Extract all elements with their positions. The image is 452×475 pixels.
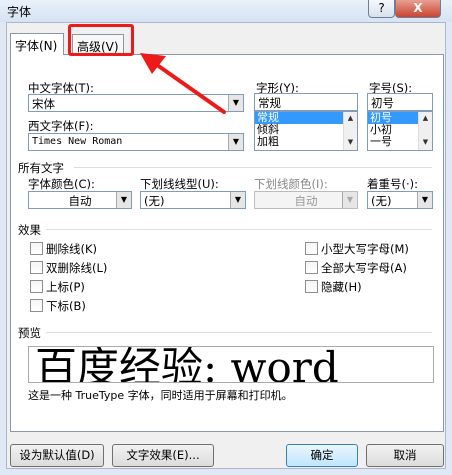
font-style-input[interactable]: 常规 bbox=[254, 93, 358, 111]
help-button[interactable]: ? bbox=[368, 0, 395, 18]
subscript-checkbox[interactable] bbox=[30, 299, 43, 312]
hidden-checkbox[interactable] bbox=[305, 280, 318, 293]
strikethrough-label: 删除线(K) bbox=[46, 242, 98, 256]
western-font-select[interactable]: Times New Roman bbox=[28, 133, 244, 151]
preview-sample-text: 百度经验: word bbox=[35, 346, 339, 383]
scroll-down-icon[interactable]: ▼ bbox=[344, 136, 357, 148]
font-size-input[interactable]: 初号 bbox=[367, 93, 433, 111]
hidden-label: 隐藏(H) bbox=[321, 280, 362, 294]
all-caps-checkbox[interactable] bbox=[305, 261, 318, 274]
strikethrough-checkbox[interactable] bbox=[30, 242, 43, 255]
western-font-value: Times New Roman bbox=[32, 136, 123, 147]
ok-button[interactable]: 确定 bbox=[286, 444, 358, 467]
underline-color-label: 下划线颜色(I): bbox=[254, 177, 328, 191]
all-text-heading: 所有文字 bbox=[18, 161, 64, 175]
superscript-label: 上标(P) bbox=[46, 280, 85, 294]
western-font-label: 西文字体(F): bbox=[28, 119, 94, 133]
preview-box: 百度经验: word bbox=[28, 346, 434, 383]
divider bbox=[46, 332, 432, 333]
set-default-button[interactable]: 设为默认值(D) bbox=[10, 444, 104, 467]
annotation-arrow bbox=[140, 53, 226, 114]
font-size-scrollbar[interactable]: ▲ ▼ bbox=[418, 112, 432, 150]
chevron-down-icon[interactable]: ▼ bbox=[228, 134, 243, 150]
double-strikethrough-checkbox[interactable] bbox=[30, 261, 43, 274]
chinese-font-value: 宋体 bbox=[32, 97, 55, 111]
tab-font[interactable]: 字体(N) bbox=[10, 33, 64, 55]
scroll-up-icon[interactable]: ▲ bbox=[419, 112, 432, 124]
close-button[interactable]: X bbox=[395, 0, 441, 18]
small-caps-checkbox[interactable] bbox=[305, 242, 318, 255]
preview-heading: 预览 bbox=[18, 326, 41, 340]
text-effects-button[interactable]: 文字效果(E)... bbox=[112, 444, 214, 467]
chevron-down-icon[interactable]: ▼ bbox=[230, 192, 245, 208]
emphasis-mark-label: 着重号(·): bbox=[367, 177, 419, 191]
scroll-down-icon[interactable]: ▼ bbox=[419, 136, 432, 148]
chevron-down-icon: ▼ bbox=[342, 192, 357, 208]
double-strikethrough-label: 双删除线(L) bbox=[46, 261, 108, 275]
superscript-checkbox[interactable] bbox=[30, 280, 43, 293]
chevron-down-icon[interactable]: ▼ bbox=[228, 95, 243, 111]
preview-description: 这是一种 TrueType 字体，同时适用于屏幕和打印机。 bbox=[28, 389, 293, 402]
scroll-up-icon[interactable]: ▲ bbox=[344, 112, 357, 124]
effects-heading: 效果 bbox=[18, 223, 41, 237]
list-item[interactable]: 加粗 bbox=[255, 136, 357, 148]
all-caps-label: 全部大写字母(A) bbox=[321, 261, 407, 275]
subscript-label: 下标(B) bbox=[46, 299, 86, 313]
divider bbox=[46, 229, 432, 230]
chevron-down-icon[interactable]: ▼ bbox=[417, 192, 432, 208]
small-caps-label: 小型大写字母(M) bbox=[321, 242, 409, 256]
underline-style-label: 下划线线型(U): bbox=[140, 177, 219, 191]
divider bbox=[74, 167, 432, 168]
chevron-down-icon[interactable]: ▼ bbox=[116, 192, 131, 208]
font-style-scrollbar[interactable]: ▲ ▼ bbox=[343, 112, 357, 150]
font-color-label: 字体颜色(C): bbox=[28, 177, 95, 191]
window-title: 字体 bbox=[7, 5, 32, 19]
cancel-button[interactable]: 取消 bbox=[366, 444, 444, 467]
annotation-highlight-box bbox=[68, 24, 134, 56]
